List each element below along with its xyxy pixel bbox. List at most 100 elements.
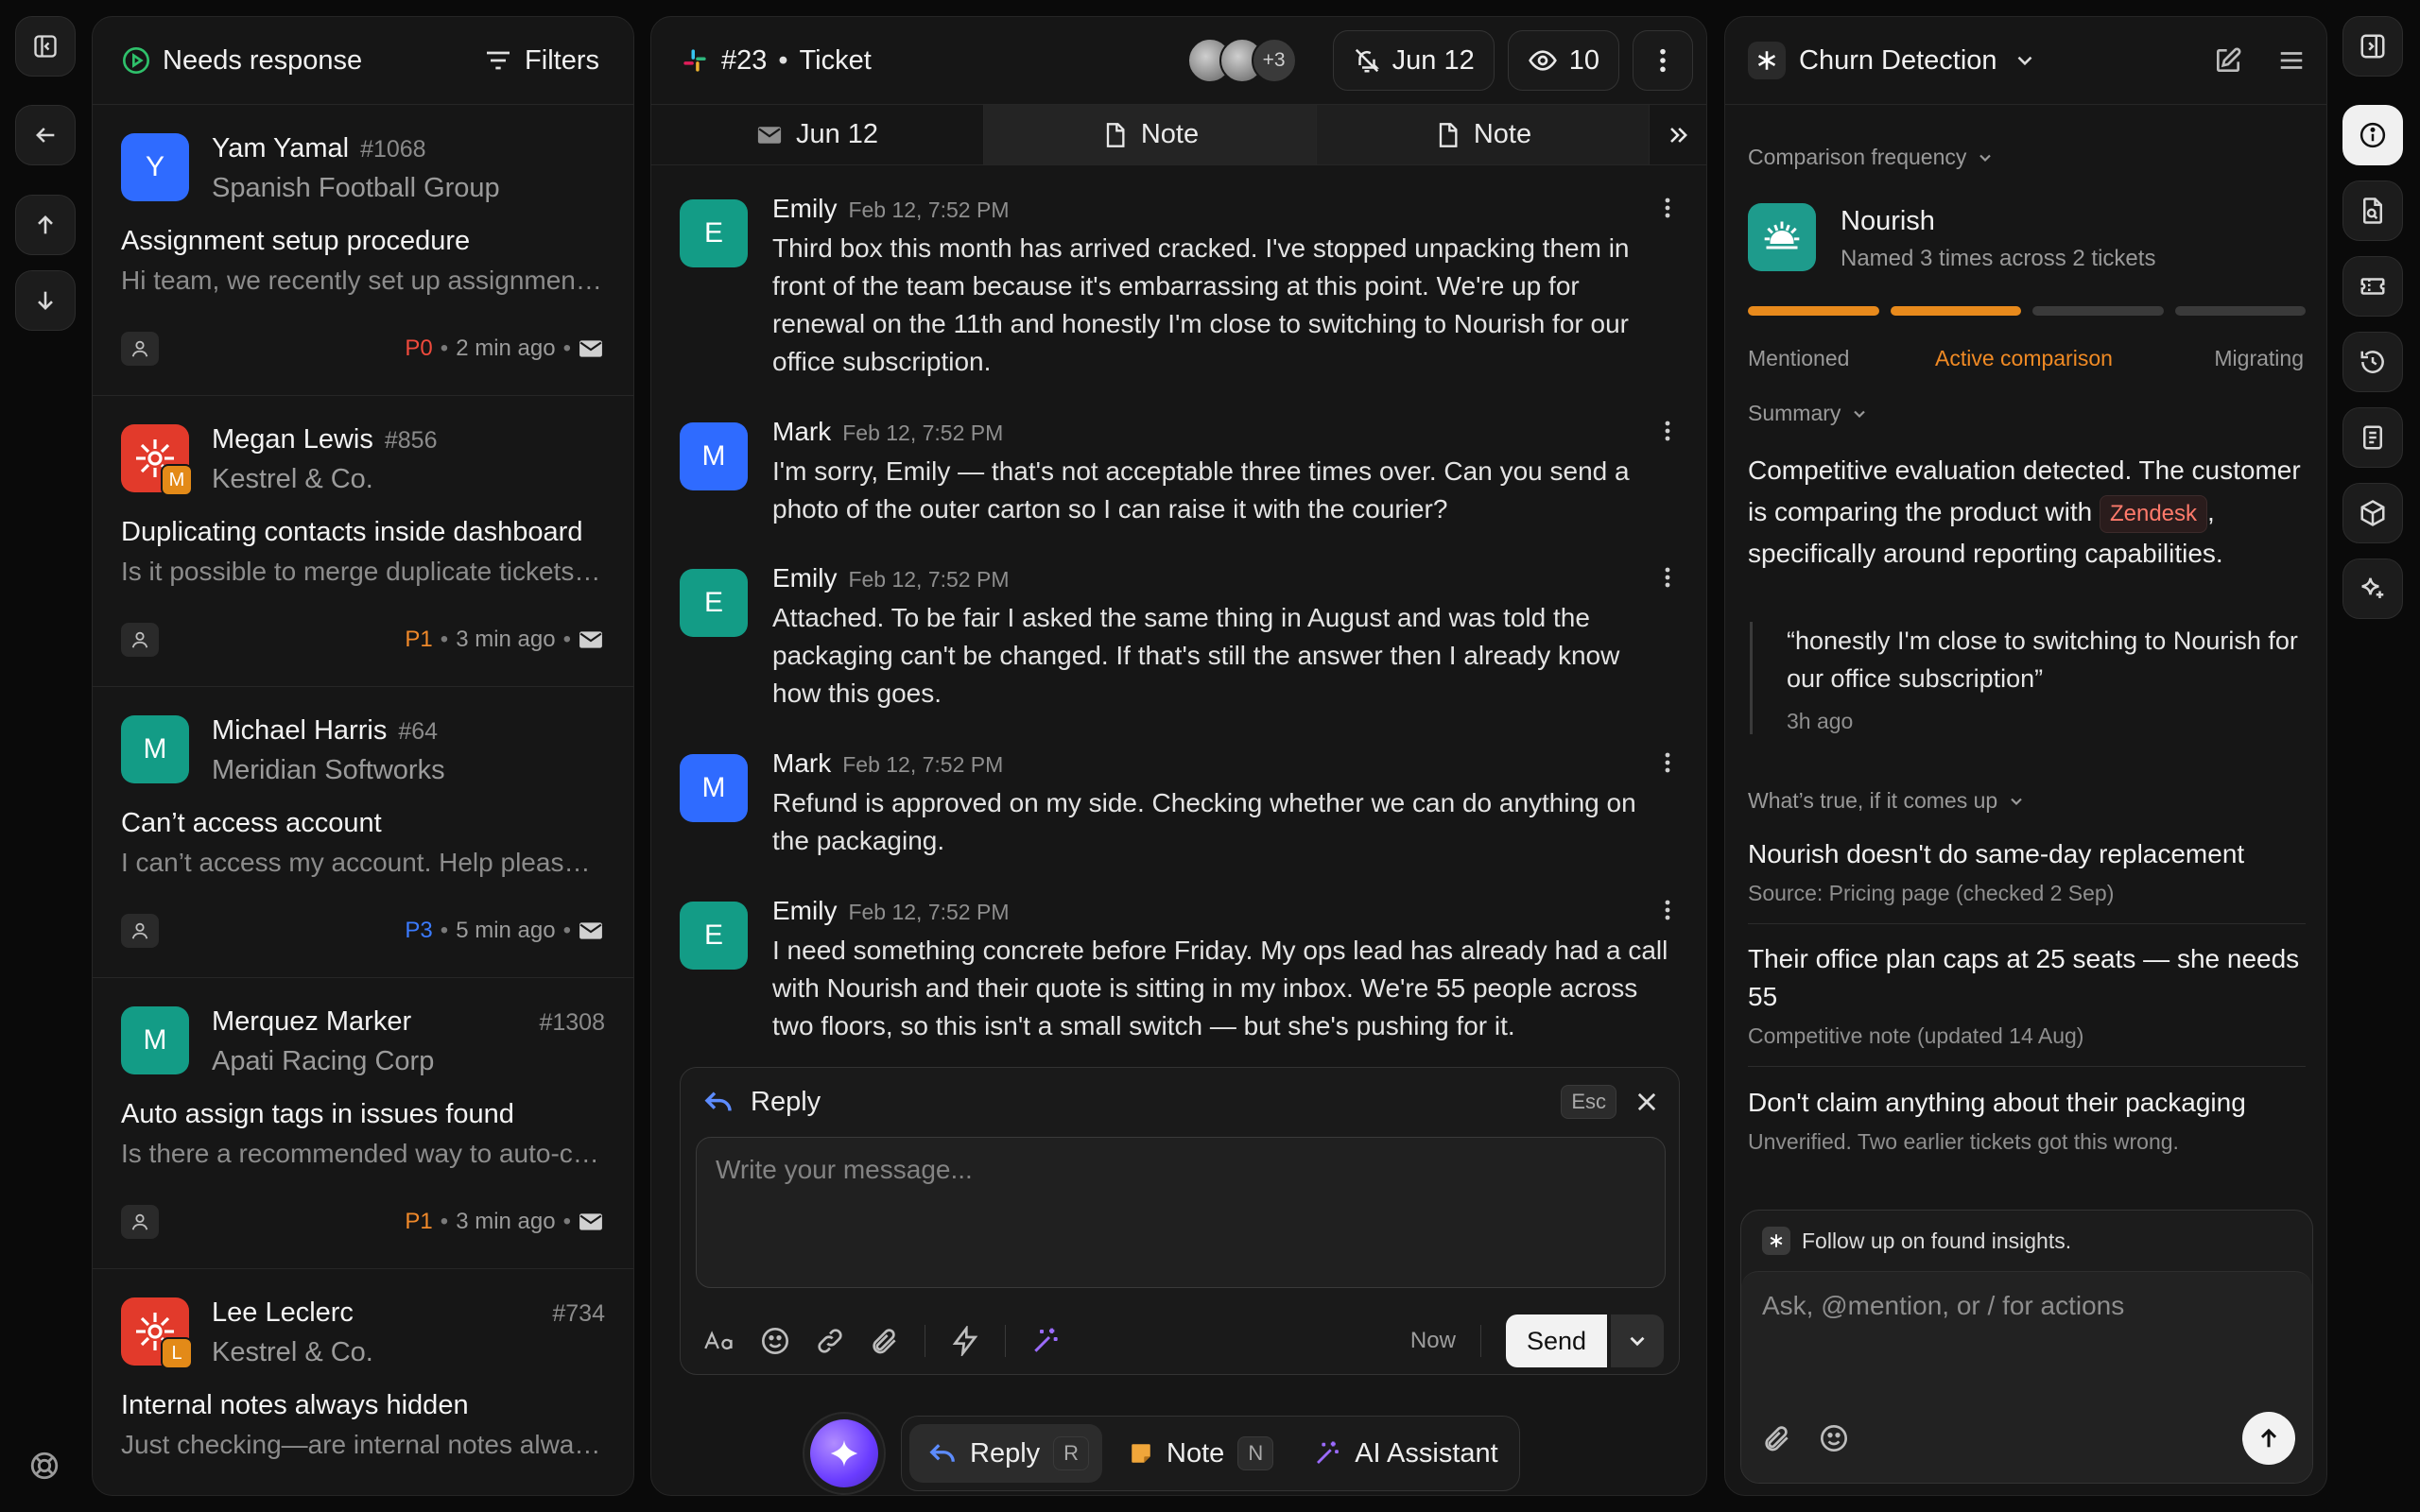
send-button[interactable]: Send bbox=[1505, 1314, 1607, 1367]
ticket-time: 3 min ago bbox=[456, 627, 556, 652]
attach-button[interactable] bbox=[870, 1326, 900, 1356]
note-icon bbox=[1106, 122, 1125, 147]
kebab-icon bbox=[1665, 567, 1670, 588]
ai-send-button[interactable] bbox=[2242, 1412, 2295, 1465]
ai-insights-tab-button[interactable] bbox=[2342, 558, 2403, 619]
panel-switcher-button[interactable] bbox=[2013, 48, 2037, 73]
assignee-button[interactable] bbox=[121, 623, 159, 657]
assignee-button[interactable] bbox=[121, 1205, 159, 1239]
filters-button[interactable]: Filters bbox=[483, 45, 599, 77]
close-icon bbox=[1637, 1092, 1656, 1111]
ai-attach-button[interactable] bbox=[1762, 1423, 1792, 1453]
message-body: Attached. To be fair I asked the same th… bbox=[772, 603, 1620, 708]
help-button[interactable] bbox=[28, 1450, 60, 1482]
link-button[interactable] bbox=[815, 1326, 845, 1356]
ticket-item[interactable]: L Lee Leclerc #734 Kestrel & Co. Internal… bbox=[93, 1269, 633, 1495]
message-options-button[interactable] bbox=[1665, 898, 1670, 922]
menu-button[interactable] bbox=[2277, 46, 2306, 75]
company-name: Apati Racing Corp bbox=[212, 1046, 435, 1076]
summary-body: Competitive evaluation detected. The cus… bbox=[1748, 455, 2301, 526]
back-button[interactable] bbox=[15, 105, 76, 165]
note-icon bbox=[1439, 122, 1458, 147]
more-tabs-button[interactable] bbox=[1650, 105, 1706, 164]
ticket-number: #856 bbox=[384, 427, 438, 454]
viewers-button[interactable]: 10 bbox=[1507, 30, 1619, 91]
ticket-time: 5 min ago bbox=[456, 918, 556, 943]
ai-emoji-button[interactable] bbox=[1819, 1423, 1849, 1453]
watchers[interactable]: +3 bbox=[1186, 38, 1297, 83]
competitor-logo bbox=[1748, 203, 1816, 271]
ticket-subject: Duplicating contacts inside dashboard bbox=[121, 517, 583, 547]
snooze-button[interactable]: Jun 12 bbox=[1332, 30, 1495, 91]
history-tab-button[interactable] bbox=[2342, 332, 2403, 392]
more-options-button[interactable] bbox=[1633, 30, 1693, 91]
user-icon bbox=[131, 1213, 148, 1230]
files-tab-button[interactable] bbox=[2342, 180, 2403, 241]
message-options-button[interactable] bbox=[1665, 565, 1670, 590]
comparison-frequency-toggle[interactable]: Comparison frequency bbox=[1748, 145, 1995, 170]
churn-stage-progress bbox=[1748, 306, 2306, 316]
products-tab-button[interactable] bbox=[2342, 483, 2403, 543]
shortcut-key: R bbox=[1053, 1436, 1090, 1470]
tab-email[interactable]: Jun 12 bbox=[651, 105, 984, 164]
ticket-preview: Just checking—are internal notes always … bbox=[121, 1430, 605, 1459]
sunrise-logo-icon bbox=[1764, 221, 1800, 249]
ticket-subject: Auto assign tags in issues found bbox=[121, 1099, 514, 1129]
summary-toggle[interactable]: Summary bbox=[1748, 401, 1869, 426]
play-circle-icon bbox=[123, 47, 149, 74]
ai-input[interactable] bbox=[1741, 1272, 2312, 1385]
mode-label: AI Assistant bbox=[1355, 1437, 1498, 1469]
fact-title: Their office plan caps at 25 seats — she… bbox=[1748, 944, 2300, 1011]
mode-ai-assistant[interactable]: AI Assistant bbox=[1294, 1424, 1512, 1483]
facts-toggle[interactable]: What’s true, if it comes up bbox=[1748, 788, 2026, 814]
message-options-button[interactable] bbox=[1665, 196, 1670, 220]
composer-mode-label: Reply bbox=[751, 1086, 821, 1117]
ai-orb-button[interactable] bbox=[810, 1419, 878, 1487]
notes-tab-button[interactable] bbox=[2342, 407, 2403, 468]
sidebar-toggle-icon bbox=[34, 35, 57, 58]
lightning-icon bbox=[952, 1326, 978, 1356]
mode-switcher: Reply R Note N AI Assistant bbox=[901, 1416, 1520, 1491]
fact-item: Their office plan caps at 25 seats — she… bbox=[1748, 940, 2306, 1049]
mode-note[interactable]: Note N bbox=[1110, 1424, 1287, 1483]
fact-title: Don't claim anything about their packagi… bbox=[1748, 1088, 2246, 1117]
previous-ticket-button[interactable] bbox=[15, 195, 76, 255]
toggle-right-panel-button[interactable] bbox=[2342, 16, 2403, 77]
message-body: Refund is approved on my side. Checking … bbox=[772, 788, 1636, 855]
ticket-item[interactable]: M Merquez Marker #1308 Apati Racing Corp … bbox=[93, 978, 633, 1269]
stage-segment bbox=[2032, 306, 2164, 316]
macros-button[interactable] bbox=[950, 1326, 980, 1356]
tab-note[interactable]: Note bbox=[984, 105, 1317, 164]
mail-icon bbox=[579, 1213, 602, 1230]
details-tab-button[interactable] bbox=[2342, 105, 2403, 165]
ticket-item[interactable]: M Megan Lewis #856 Kestrel & Co. Duplicat… bbox=[93, 396, 633, 687]
assignee-button[interactable] bbox=[121, 332, 159, 366]
edit-button[interactable] bbox=[2213, 45, 2243, 76]
close-composer-button[interactable] bbox=[1634, 1089, 1660, 1115]
ai-magic-button[interactable] bbox=[1030, 1326, 1061, 1356]
ai-suggestion[interactable]: Follow up on found insights. bbox=[1741, 1211, 2312, 1271]
stage-segment bbox=[2174, 306, 2306, 316]
format-text-button[interactable] bbox=[703, 1328, 735, 1354]
message-options-button[interactable] bbox=[1665, 419, 1670, 443]
assignee-button[interactable] bbox=[121, 914, 159, 948]
ticket-number: #734 bbox=[552, 1300, 605, 1327]
ticket-item[interactable]: Y Yam Yamal #1068 Spanish Football Group … bbox=[93, 105, 633, 396]
ticket-item[interactable]: M Michael Harris #64 Meridian Softworks C… bbox=[93, 687, 633, 978]
author-name: Emily bbox=[772, 563, 838, 593]
message-options-button[interactable] bbox=[1665, 750, 1670, 775]
message: E Emily Feb 12, 7:52 PM I need something … bbox=[680, 896, 1678, 1057]
next-ticket-button[interactable] bbox=[15, 270, 76, 331]
send-options-button[interactable] bbox=[1611, 1314, 1664, 1367]
ticket-number: #23 bbox=[721, 44, 768, 76]
tickets-tab-button[interactable] bbox=[2342, 256, 2403, 317]
tab-note[interactable]: Note bbox=[1317, 105, 1650, 164]
message-input[interactable] bbox=[697, 1138, 1665, 1287]
link-icon bbox=[818, 1329, 842, 1353]
contact-initial-badge: M bbox=[161, 464, 193, 496]
message-time: Feb 12, 7:52 PM bbox=[848, 567, 1010, 592]
fact-item: Don't claim anything about their packagi… bbox=[1748, 1084, 2306, 1155]
emoji-button[interactable] bbox=[760, 1326, 790, 1356]
collapse-sidebar-button[interactable] bbox=[15, 16, 76, 77]
mode-reply[interactable]: Reply R bbox=[909, 1424, 1103, 1483]
